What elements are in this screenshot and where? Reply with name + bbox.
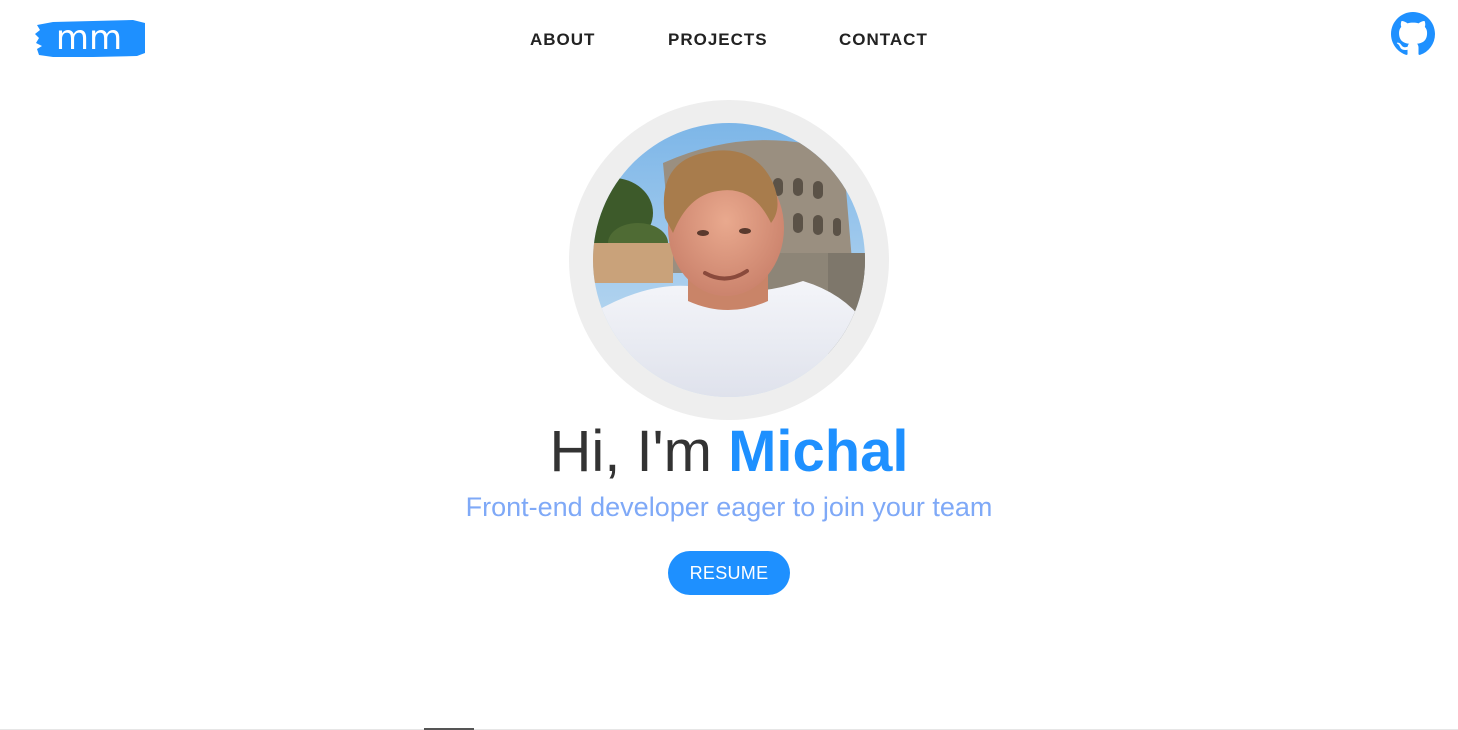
- avatar-photo: [593, 123, 865, 397]
- profile-photo: [593, 123, 865, 397]
- hero-subtitle: Front-end developer eager to join your t…: [465, 492, 993, 522]
- github-icon: [1391, 12, 1435, 55]
- greeting-text: Hi, I'm: [549, 419, 729, 484]
- nav-contact[interactable]: CONTACT: [839, 29, 928, 51]
- main-nav: ABOUT PROJECTS CONTACT: [0, 29, 1458, 51]
- nav-projects[interactable]: PROJECTS: [668, 29, 768, 51]
- github-link[interactable]: [1391, 12, 1435, 56]
- nav-about[interactable]: ABOUT: [530, 29, 595, 51]
- hero-headline: Hi, I'm Michal: [0, 418, 1458, 486]
- resume-button[interactable]: RESUME: [668, 551, 790, 595]
- site-header: mm ABOUT PROJECTS CONTACT: [0, 0, 1458, 80]
- hero-name: Michal: [728, 419, 909, 484]
